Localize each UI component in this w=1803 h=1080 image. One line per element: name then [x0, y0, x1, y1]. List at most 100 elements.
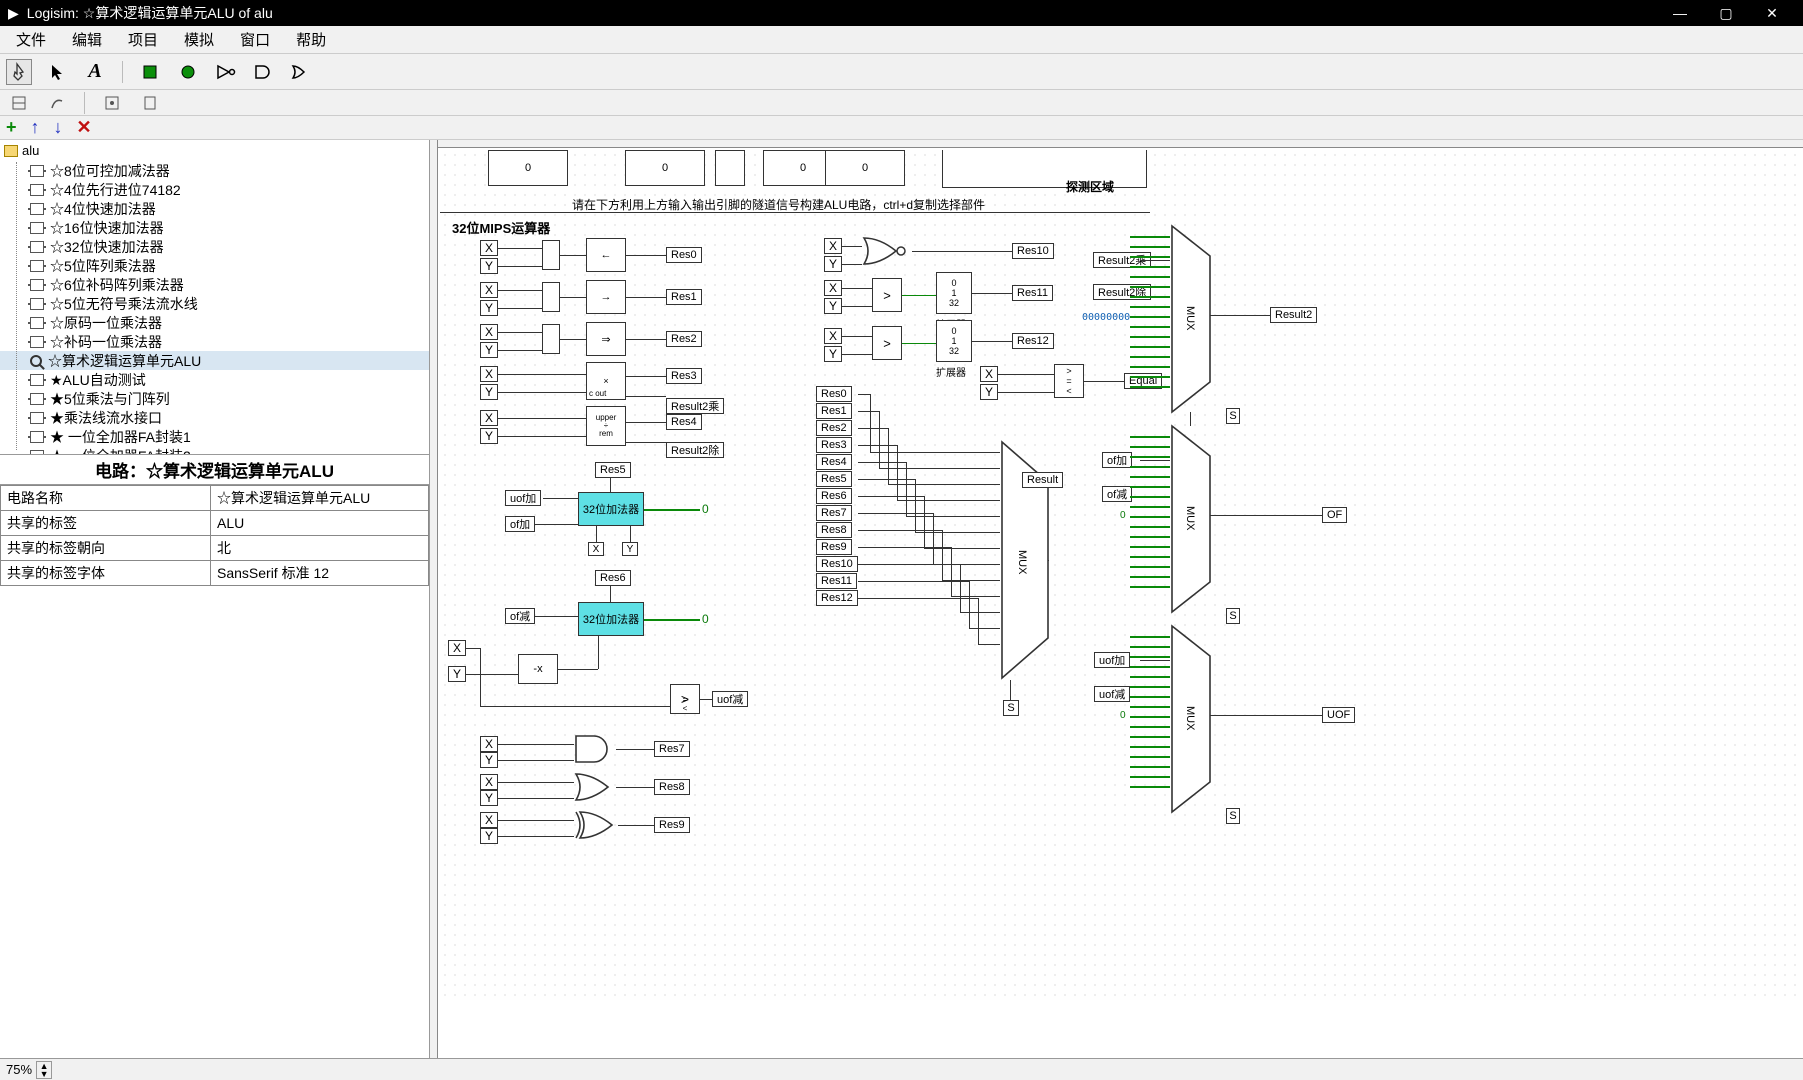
move-down-button[interactable]: ↓	[54, 117, 63, 138]
zoom-level[interactable]: 75%	[6, 1062, 32, 1077]
menubar: 文件 编辑 项目 模拟 窗口 帮助	[0, 26, 1803, 54]
tunnel-res9: Res9	[816, 539, 852, 555]
tunnel-uof: UOF	[1322, 707, 1355, 723]
window-minimize-button[interactable]: —	[1657, 0, 1703, 26]
adder32-block: 32位加法器	[578, 492, 644, 526]
pin-x[interactable]: X	[480, 410, 498, 426]
tree-item[interactable]: ★ALU自动测试	[0, 370, 429, 389]
pin-y[interactable]: Y	[480, 258, 498, 274]
property-row[interactable]: 共享的标签朝向北	[1, 536, 429, 561]
pin-x[interactable]: X	[480, 240, 498, 256]
pin-x[interactable]: X	[480, 282, 498, 298]
section-heading: 32位MIPS运算器	[452, 218, 550, 237]
pin-y[interactable]: Y	[980, 384, 998, 400]
tree-item[interactable]: ☆4位快速加法器	[0, 199, 429, 218]
tree-item[interactable]: ☆6位补码阵列乘法器	[0, 275, 429, 294]
pin-x[interactable]: X	[480, 736, 498, 752]
property-row[interactable]: 共享的标签字体SansSerif 标准 12	[1, 561, 429, 586]
pin-x[interactable]: X	[588, 542, 604, 556]
subtool-4[interactable]	[137, 90, 163, 116]
tree-item[interactable]: ☆4位先行进位74182	[0, 180, 429, 199]
add-button[interactable]: +	[6, 117, 17, 138]
text-tool[interactable]: A	[82, 59, 108, 85]
tree-item[interactable]: ☆5位无符号乘法流水线	[0, 294, 429, 313]
tree-item[interactable]: ☆8位可控加减法器	[0, 161, 429, 180]
tree-item[interactable]: ☆16位快速加法器	[0, 218, 429, 237]
chip-icon	[30, 222, 44, 234]
pin-y[interactable]: Y	[824, 346, 842, 362]
menu-file[interactable]: 文件	[6, 27, 56, 52]
pin-x[interactable]: X	[480, 366, 498, 382]
move-up-button[interactable]: ↑	[31, 117, 40, 138]
pin-y[interactable]: Y	[824, 256, 842, 272]
pin-y[interactable]: Y	[480, 428, 498, 444]
pin-x[interactable]: X	[980, 366, 998, 382]
chip-icon	[30, 374, 44, 386]
tree-item[interactable]: ☆32位快速加法器	[0, 237, 429, 256]
not-gate-tool[interactable]	[213, 59, 239, 85]
or-gate-tool[interactable]	[289, 59, 315, 85]
pin-x[interactable]: X	[824, 328, 842, 344]
poke-tool[interactable]	[6, 59, 32, 85]
tree-item[interactable]: ☆补码一位乘法器	[0, 332, 429, 351]
pin-y[interactable]: Y	[480, 300, 498, 316]
property-value[interactable]: 北	[211, 536, 429, 561]
pin-x[interactable]: X	[480, 324, 498, 340]
pin-y[interactable]: Y	[480, 752, 498, 768]
subtool-2[interactable]	[44, 90, 70, 116]
pin-x[interactable]: X	[824, 238, 842, 254]
property-key: 共享的标签字体	[1, 561, 211, 586]
property-value[interactable]: SansSerif 标准 12	[211, 561, 429, 586]
property-row[interactable]: 电路名称☆算术逻辑运算单元ALU	[1, 486, 429, 511]
chip-icon	[30, 298, 44, 310]
tree-item[interactable]: ☆5位阵列乘法器	[0, 256, 429, 275]
input-pin-tool[interactable]	[137, 59, 163, 85]
pin-y[interactable]: Y	[824, 298, 842, 314]
property-value[interactable]: ☆算术逻辑运算单元ALU	[211, 486, 429, 511]
circuit-canvas[interactable]: 0 0 0 0 探测区域 请在下方利用上方输入输出引脚的隧道信号构建ALU电路，…	[430, 140, 1803, 1000]
subtool-1[interactable]	[6, 90, 32, 116]
tunnel-res7: Res7	[654, 741, 690, 757]
tree-item[interactable]: ☆算术逻辑运算单元ALU	[0, 351, 429, 370]
output-pin-tool[interactable]	[175, 59, 201, 85]
pin-y[interactable]: Y	[448, 666, 466, 682]
canvas-scroll[interactable]: 0 0 0 0 探测区域 请在下方利用上方输入输出引脚的隧道信号构建ALU电路，…	[430, 140, 1803, 1058]
pin-x[interactable]: X	[824, 280, 842, 296]
tree-item[interactable]: ★5位乘法与门阵列	[0, 389, 429, 408]
property-value[interactable]: ALU	[211, 511, 429, 536]
menu-help[interactable]: 帮助	[286, 27, 336, 52]
pin-x[interactable]: X	[480, 812, 498, 828]
delete-button[interactable]: ✕	[77, 117, 92, 138]
select-tool[interactable]	[44, 59, 70, 85]
tree-item[interactable]: ★ 一位全加器FA封装2	[0, 446, 429, 455]
menu-project[interactable]: 项目	[118, 27, 168, 52]
pin-x[interactable]: X	[448, 640, 466, 656]
pin-y[interactable]: Y	[480, 342, 498, 358]
tunnel-res2: Res2	[666, 331, 702, 347]
pin-y[interactable]: Y	[480, 790, 498, 806]
window-maximize-button[interactable]: ▢	[1703, 0, 1749, 26]
tree-root[interactable]: alu	[0, 140, 429, 161]
tunnel-res8: Res8	[654, 779, 690, 795]
project-tree[interactable]: alu ☆8位可控加减法器☆4位先行进位74182☆4位快速加法器☆16位快速加…	[0, 140, 429, 455]
pin-x[interactable]: X	[480, 774, 498, 790]
and-gate-tool[interactable]	[251, 59, 277, 85]
pin-y[interactable]: Y	[480, 828, 498, 844]
op-box: ←	[586, 238, 626, 272]
window-close-button[interactable]: ✕	[1749, 0, 1795, 26]
tunnel-s: S	[1226, 408, 1240, 424]
pin-y[interactable]: Y	[480, 384, 498, 400]
tree-item-label: ★ 一位全加器FA封装2	[50, 446, 191, 456]
menu-edit[interactable]: 编辑	[62, 27, 112, 52]
zoom-spinner[interactable]: ▲▼	[36, 1061, 52, 1079]
property-row[interactable]: 共享的标签ALU	[1, 511, 429, 536]
menu-simulate[interactable]: 模拟	[174, 27, 224, 52]
titlebar: ▶ Logisim: ☆算术逻辑运算单元ALU of alu — ▢ ✕	[0, 0, 1803, 26]
tree-item[interactable]: ★乘法线流水接口	[0, 408, 429, 427]
tree-item[interactable]: ☆原码一位乘法器	[0, 313, 429, 332]
tunnel-result: Result	[1022, 472, 1063, 488]
subtool-3[interactable]	[99, 90, 125, 116]
pin-y[interactable]: Y	[622, 542, 638, 556]
menu-window[interactable]: 窗口	[230, 27, 280, 52]
tree-item[interactable]: ★ 一位全加器FA封装1	[0, 427, 429, 446]
